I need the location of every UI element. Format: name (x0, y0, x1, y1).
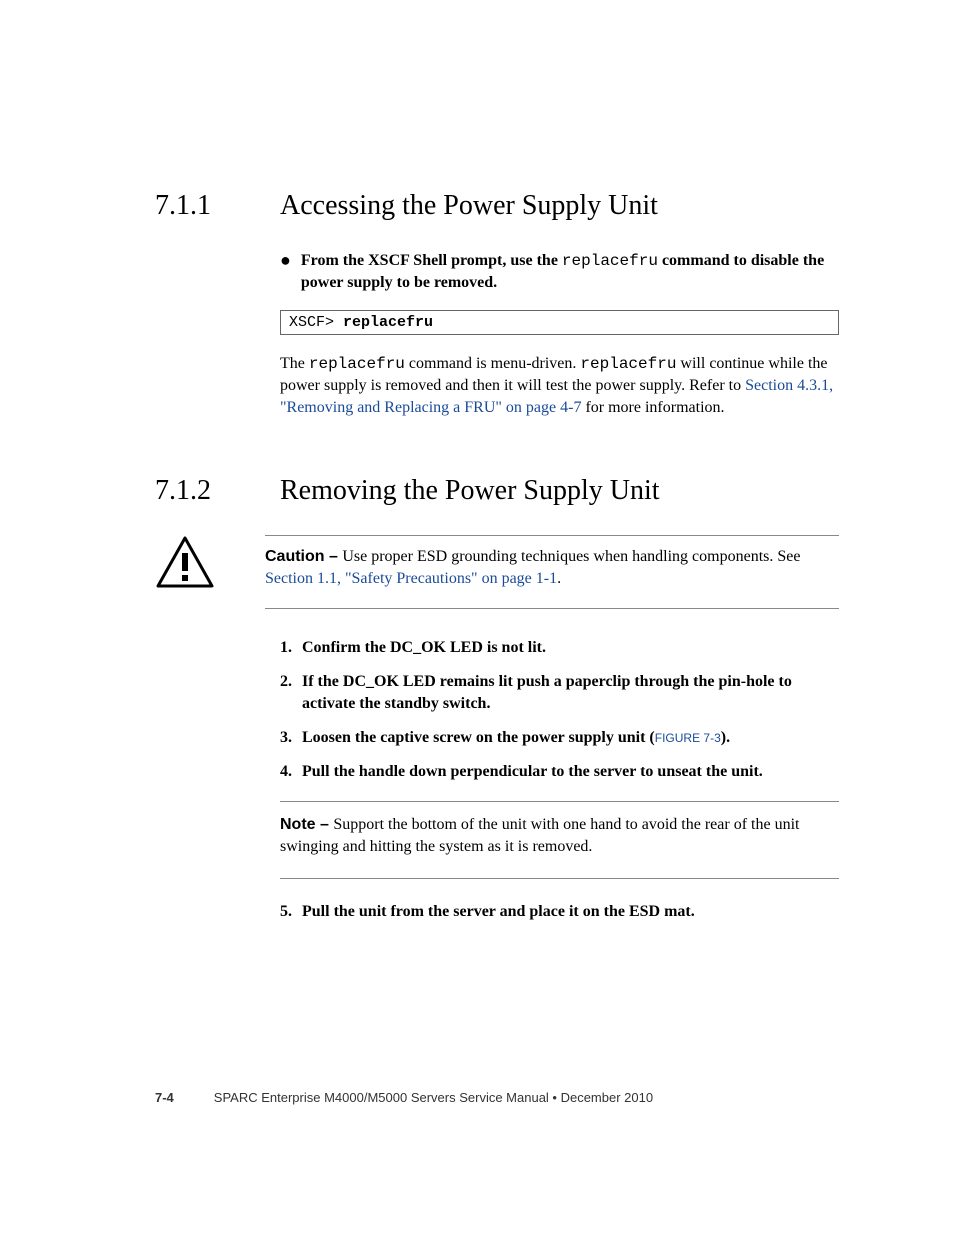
code-command: replacefru (343, 314, 433, 331)
step-number: 5. (280, 901, 302, 923)
step-1: 1. Confirm the DC_OK LED is not lit. (280, 637, 839, 659)
step-text: Loosen the captive screw on the power su… (302, 727, 839, 749)
caution-paragraph: Caution – Use proper ESD grounding techn… (265, 546, 839, 590)
paragraph: The replacefru command is menu-driven. r… (280, 353, 839, 419)
step-2: 2. If the DC_OK LED remains lit push a p… (280, 671, 839, 715)
caution-label: Caution – (265, 548, 342, 565)
note-label: Note – (280, 816, 333, 833)
section-title: Removing the Power Supply Unit (280, 475, 660, 507)
caution-text: Use proper ESD grounding techniques when… (342, 548, 800, 565)
bullet-cmd: replacefru (562, 252, 658, 270)
bullet-text: From the XSCF Shell prompt, use the repl… (301, 250, 839, 294)
document-page: 7.1.1 Accessing the Power Supply Unit ● … (0, 0, 954, 1235)
page-footer: 7-4 SPARC Enterprise M4000/M5000 Servers … (155, 1090, 653, 1105)
step-text: Pull the unit from the server and place … (302, 901, 839, 923)
section-number: 7.1.2 (155, 475, 280, 507)
caution-block: Caution – Use proper ESD grounding techn… (155, 535, 839, 609)
step3-post: ). (721, 729, 730, 746)
step-text: If the DC_OK LED remains lit push a pape… (302, 671, 839, 715)
para-text-a: The (280, 355, 309, 372)
step-number: 4. (280, 761, 302, 783)
bullet-item: ● From the XSCF Shell prompt, use the re… (280, 250, 839, 294)
step-5: 5. Pull the unit from the server and pla… (280, 901, 839, 923)
para-text-b: command is menu-driven. (405, 355, 581, 372)
para-text-d: for more information. (581, 399, 724, 416)
bullet-dot-icon: ● (280, 250, 291, 270)
para-cmd2: replacefru (580, 355, 676, 373)
note-block: Note – Support the bottom of the unit wi… (280, 801, 839, 879)
code-box: XSCF> replacefru (280, 310, 839, 335)
para-cmd1: replacefru (309, 355, 405, 373)
section-number: 7.1.1 (155, 190, 280, 222)
step-3: 3. Loosen the captive screw on the power… (280, 727, 839, 749)
section-header-711: 7.1.1 Accessing the Power Supply Unit (155, 190, 839, 222)
step-4: 4. Pull the handle down perpendicular to… (280, 761, 839, 783)
step-text: Pull the handle down perpendicular to th… (302, 761, 839, 783)
step-text: Confirm the DC_OK LED is not lit. (302, 637, 839, 659)
cross-reference-link[interactable]: Section 1.1, "Safety Precautions" on pag… (265, 570, 557, 587)
step-number: 2. (280, 671, 302, 715)
caution-end: . (557, 570, 561, 587)
section-712-content: 1. Confirm the DC_OK LED is not lit. 2. … (280, 637, 839, 923)
code-prompt: XSCF> (289, 314, 343, 331)
bullet-pre: From the XSCF Shell prompt, use the (301, 252, 562, 269)
caution-text-container: Caution – Use proper ESD grounding techn… (265, 535, 839, 609)
step3-pre: Loosen the captive screw on the power su… (302, 729, 655, 746)
footer-title: SPARC Enterprise M4000/M5000 Servers Ser… (214, 1090, 653, 1105)
caution-icon (155, 535, 265, 594)
note-paragraph: Note – Support the bottom of the unit wi… (280, 814, 839, 858)
page-number: 7-4 (155, 1090, 174, 1105)
figure-reference-link[interactable]: FIGURE 7-3 (655, 731, 721, 745)
section-title: Accessing the Power Supply Unit (280, 190, 658, 222)
section-711-content: ● From the XSCF Shell prompt, use the re… (280, 250, 839, 419)
step-number: 1. (280, 637, 302, 659)
step-number: 3. (280, 727, 302, 749)
note-text: Support the bottom of the unit with one … (280, 816, 799, 855)
section-header-712: 7.1.2 Removing the Power Supply Unit (155, 475, 839, 507)
